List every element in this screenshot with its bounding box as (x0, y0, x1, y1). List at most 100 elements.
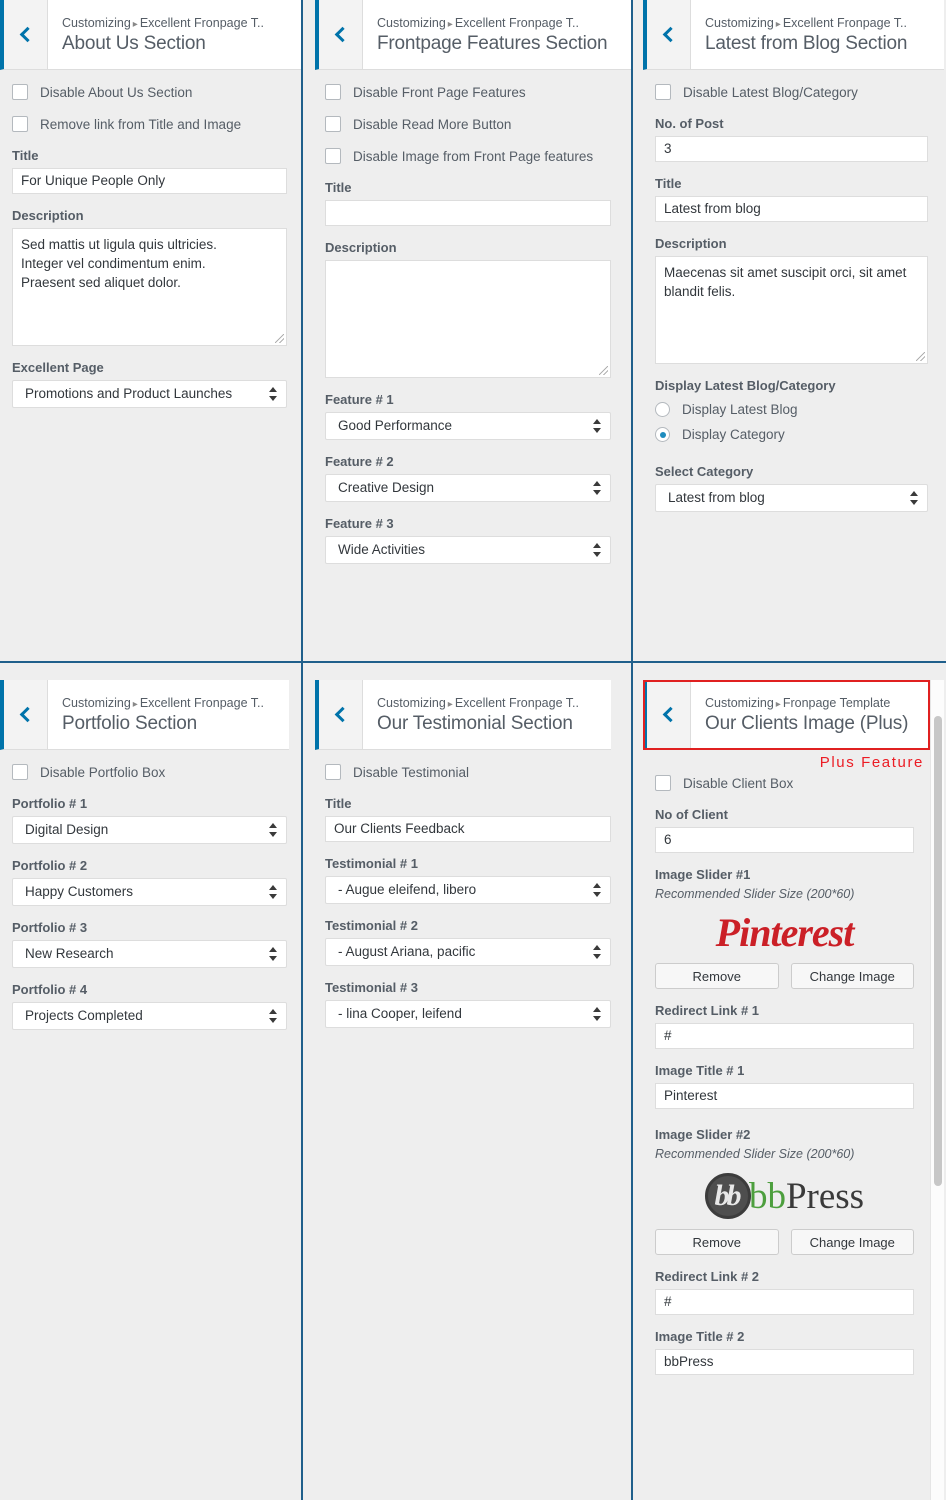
panel-about-us: Customizing ▸ Excellent Fronpage T.. About… (0, 0, 303, 661)
checkbox-disable-image[interactable]: Disable Image from Front Page features (325, 148, 611, 164)
breadcrumb-root: Customizing (705, 16, 774, 31)
checkbox-label: Remove link from Title and Image (40, 116, 242, 132)
field-title: Title Our Clients Feedback (325, 796, 611, 842)
title-input[interactable]: Latest from blog (655, 196, 928, 222)
testimonial-3-select[interactable]: - lina Cooper, leifend (325, 1000, 611, 1028)
customizer-header: Customizing ▸ Excellent Fronpage T.. Our T… (315, 680, 611, 750)
radio-icon-selected[interactable] (655, 427, 670, 442)
checkbox-label: Disable Image from Front Page features (353, 148, 594, 164)
slider-2-image-preview: bb bbPress (655, 1167, 914, 1229)
back-button[interactable] (647, 0, 691, 69)
select-value: Wide Activities (338, 542, 426, 557)
feature-3-select[interactable]: Wide Activities (325, 536, 611, 564)
title-input[interactable]: Our Clients Feedback (325, 816, 611, 842)
checkbox-label: Disable Front Page Features (353, 84, 526, 100)
field-no-of-client: No of Client 6 (655, 807, 914, 853)
checkbox-disable-about-us[interactable]: Disable About Us Section (12, 84, 287, 100)
customizer-screenshot: Customizing ▸ Excellent Fronpage T.. About… (0, 0, 946, 1500)
select-value: Promotions and Product Launches (25, 386, 233, 401)
checkbox-icon[interactable] (12, 84, 28, 100)
breadcrumb-tail: Excellent Fronpage T.. (139, 16, 264, 31)
header-titles: Customizing ▸ Excellent Fronpage T.. Lates… (691, 0, 944, 69)
checkbox-disable-client-box[interactable]: Disable Client Box (655, 775, 914, 791)
page-title: Our Testimonial Section (377, 713, 573, 735)
feature-2-select[interactable]: Creative Design (325, 474, 611, 502)
back-button[interactable] (319, 0, 363, 69)
bbpress-mark-icon: bb (704, 1173, 751, 1219)
category-select[interactable]: Latest from blog (655, 484, 928, 512)
checkbox-icon[interactable] (655, 84, 671, 100)
title-input[interactable]: For Unique People Only (12, 168, 287, 194)
breadcrumb-separator-icon: ▸ (775, 699, 781, 711)
excellent-page-select[interactable]: Promotions and Product Launches (12, 380, 287, 408)
select-arrows-icon (593, 480, 602, 496)
breadcrumb-root: Customizing (377, 16, 446, 31)
checkbox-icon[interactable] (325, 148, 341, 164)
back-button[interactable] (647, 680, 691, 749)
remove-button[interactable]: Remove (655, 963, 779, 989)
checkbox-label: Disable Testimonial (353, 764, 470, 780)
portfolio-2-select[interactable]: Happy Customers (12, 878, 287, 906)
portfolio-3-select[interactable]: New Research (12, 940, 287, 968)
image-title-2-input[interactable]: bbPress (655, 1349, 914, 1375)
testimonial-2-select[interactable]: - August Ariana, pacific (325, 938, 611, 966)
checkbox-remove-link[interactable]: Remove link from Title and Image (12, 116, 287, 132)
radio-icon[interactable] (655, 402, 670, 417)
checkbox-disable-front-page-features[interactable]: Disable Front Page Features (325, 84, 611, 100)
page-title: Latest from Blog Section (705, 33, 908, 55)
portfolio-1-select[interactable]: Digital Design (12, 816, 287, 844)
redirect-link-2-input[interactable]: # (655, 1289, 914, 1315)
description-textarea[interactable] (325, 260, 611, 378)
field-label: Testimonial # 3 (325, 980, 418, 995)
description-textarea[interactable]: Sed mattis ut ligula quis ultricies. Int… (12, 228, 287, 346)
field-label: Testimonial # 1 (325, 856, 418, 871)
no-of-client-input[interactable]: 6 (655, 827, 914, 853)
field-description: Description Maecenas sit amet suscipit o… (655, 236, 928, 364)
title-input[interactable] (325, 200, 611, 226)
checkbox-disable-latest-blog[interactable]: Disable Latest Blog/Category (655, 84, 928, 100)
checkbox-icon[interactable] (325, 84, 341, 100)
checkbox-icon[interactable] (655, 775, 671, 791)
image-slider-2-group: Image Slider #2 Recommended Slider Size … (655, 1127, 914, 1375)
back-button[interactable] (319, 680, 363, 749)
radio-label: Display Latest Blog (682, 402, 798, 417)
scrollbar-thumb[interactable] (934, 716, 942, 1186)
remove-button[interactable]: Remove (655, 1229, 779, 1255)
panel-portfolio: Customizing ▸ Excellent Fronpage T.. Portf… (0, 663, 303, 1500)
breadcrumb-separator-icon: ▸ (132, 19, 138, 31)
vertical-scrollbar[interactable] (930, 680, 944, 1500)
feature-1-select[interactable]: Good Performance (325, 412, 611, 440)
image-slider-1-group: Image Slider #1 Recommended Slider Size … (655, 867, 914, 1109)
breadcrumb: Customizing ▸ Excellent Fronpage T.. (377, 695, 601, 711)
breadcrumb: Customizing ▸ Excellent Fronpage T.. (377, 15, 621, 31)
no-of-post-input[interactable]: 3 (655, 136, 928, 162)
select-value: Good Performance (338, 418, 453, 433)
field-label: Description (12, 208, 84, 223)
field-label: Title (12, 148, 39, 163)
checkbox-icon[interactable] (325, 116, 341, 132)
redirect-link-1-input[interactable]: # (655, 1023, 914, 1049)
change-image-button[interactable]: Change Image (790, 1229, 914, 1255)
image-title-1-input[interactable]: Pinterest (655, 1083, 914, 1109)
checkbox-icon[interactable] (12, 116, 28, 132)
back-button[interactable] (4, 0, 48, 69)
change-image-button[interactable]: Change Image (790, 963, 914, 989)
checkbox-icon[interactable] (325, 764, 341, 780)
checkbox-icon[interactable] (12, 764, 28, 780)
radio-display-category[interactable]: Display Category (655, 427, 928, 442)
description-textarea[interactable]: Maecenas sit amet suscipit orci, sit ame… (655, 256, 928, 364)
chevron-left-icon (662, 26, 679, 43)
field-label: Feature # 1 (325, 392, 394, 407)
customizer-header: Customizing ▸ Excellent Fronpage T.. Front… (315, 0, 631, 70)
radio-display-latest-blog[interactable]: Display Latest Blog (655, 402, 928, 417)
testimonial-1-select[interactable]: - Augue eleifend, libero (325, 876, 611, 904)
checkbox-disable-read-more[interactable]: Disable Read More Button (325, 116, 611, 132)
select-value: New Research (25, 946, 114, 961)
panel-frontpage-features: Customizing ▸ Excellent Fronpage T.. Front… (303, 0, 633, 661)
portfolio-4-select[interactable]: Projects Completed (12, 1002, 287, 1030)
checkbox-disable-portfolio-box[interactable]: Disable Portfolio Box (12, 764, 287, 780)
select-arrows-icon (269, 1008, 278, 1024)
back-button[interactable] (4, 680, 48, 749)
checkbox-disable-testimonial[interactable]: Disable Testimonial (325, 764, 611, 780)
chevron-left-icon (662, 706, 679, 723)
